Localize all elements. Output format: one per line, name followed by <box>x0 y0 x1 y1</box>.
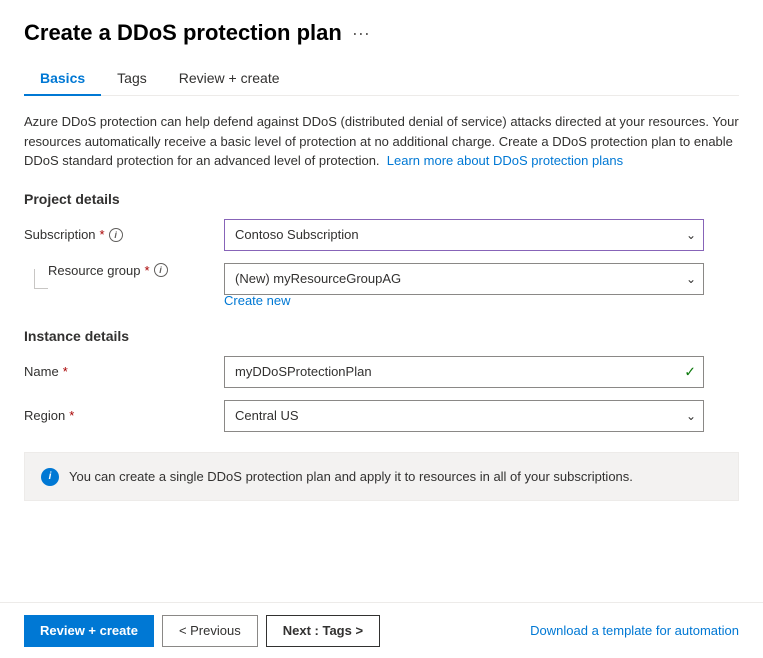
subscription-info-icon[interactable]: i <box>109 228 123 242</box>
region-required: * <box>69 408 74 423</box>
subscription-select-wrapper: Contoso Subscription ⌄ <box>224 219 704 251</box>
resource-group-select[interactable]: (New) myResourceGroupAG <box>224 263 704 295</box>
name-label: Name * <box>24 364 224 379</box>
info-box-icon: i <box>41 468 59 486</box>
project-details-header: Project details <box>24 191 739 207</box>
name-valid-icon: ✓ <box>684 363 696 380</box>
footer: Review + create < Previous Next : Tags >… <box>0 602 763 658</box>
region-select-wrapper: Central US ⌄ <box>224 400 704 432</box>
page-title: Create a DDoS protection plan <box>24 20 342 46</box>
region-label: Region * <box>24 408 224 423</box>
name-input[interactable] <box>224 356 704 388</box>
subscription-required: * <box>100 227 105 242</box>
tab-review-create[interactable]: Review + create <box>163 62 296 96</box>
resource-group-select-wrapper: (New) myResourceGroupAG ⌄ <box>224 263 704 295</box>
next-button[interactable]: Next : Tags > <box>266 615 380 647</box>
more-options-icon[interactable]: ··· <box>352 23 370 44</box>
resource-group-required: * <box>145 263 150 278</box>
name-required: * <box>63 364 68 379</box>
info-box-text: You can create a single DDoS protection … <box>69 467 633 487</box>
name-row: Name * ✓ <box>24 356 739 388</box>
learn-more-link[interactable]: Learn more about DDoS protection plans <box>387 153 623 168</box>
create-new-link[interactable]: Create new <box>224 293 739 308</box>
download-template-link[interactable]: Download a template for automation <box>530 623 739 638</box>
name-input-wrapper: ✓ <box>224 356 704 388</box>
subscription-row: Subscription * i Contoso Subscription ⌄ <box>24 219 739 251</box>
info-box: i You can create a single DDoS protectio… <box>24 452 739 502</box>
tab-tags[interactable]: Tags <box>101 62 163 96</box>
project-details-section: Project details Subscription * i Contoso… <box>24 191 739 308</box>
review-create-button[interactable]: Review + create <box>24 615 154 647</box>
page-title-container: Create a DDoS protection plan ··· <box>24 20 739 46</box>
resource-group-info-icon[interactable]: i <box>154 263 168 277</box>
instance-details-header: Instance details <box>24 328 739 344</box>
tab-bar: Basics Tags Review + create <box>24 62 739 96</box>
previous-button[interactable]: < Previous <box>162 615 258 647</box>
description-text: Azure DDoS protection can help defend ag… <box>24 112 739 171</box>
resource-group-label: Resource group * i <box>48 263 224 278</box>
region-row: Region * Central US ⌄ <box>24 400 739 432</box>
description-body: Azure DDoS protection can help defend ag… <box>24 114 739 168</box>
subscription-label: Subscription * i <box>24 227 224 242</box>
subscription-select[interactable]: Contoso Subscription <box>224 219 704 251</box>
instance-details-section: Instance details Name * ✓ Region * Centr… <box>24 328 739 432</box>
region-select[interactable]: Central US <box>224 400 704 432</box>
tab-basics[interactable]: Basics <box>24 62 101 96</box>
